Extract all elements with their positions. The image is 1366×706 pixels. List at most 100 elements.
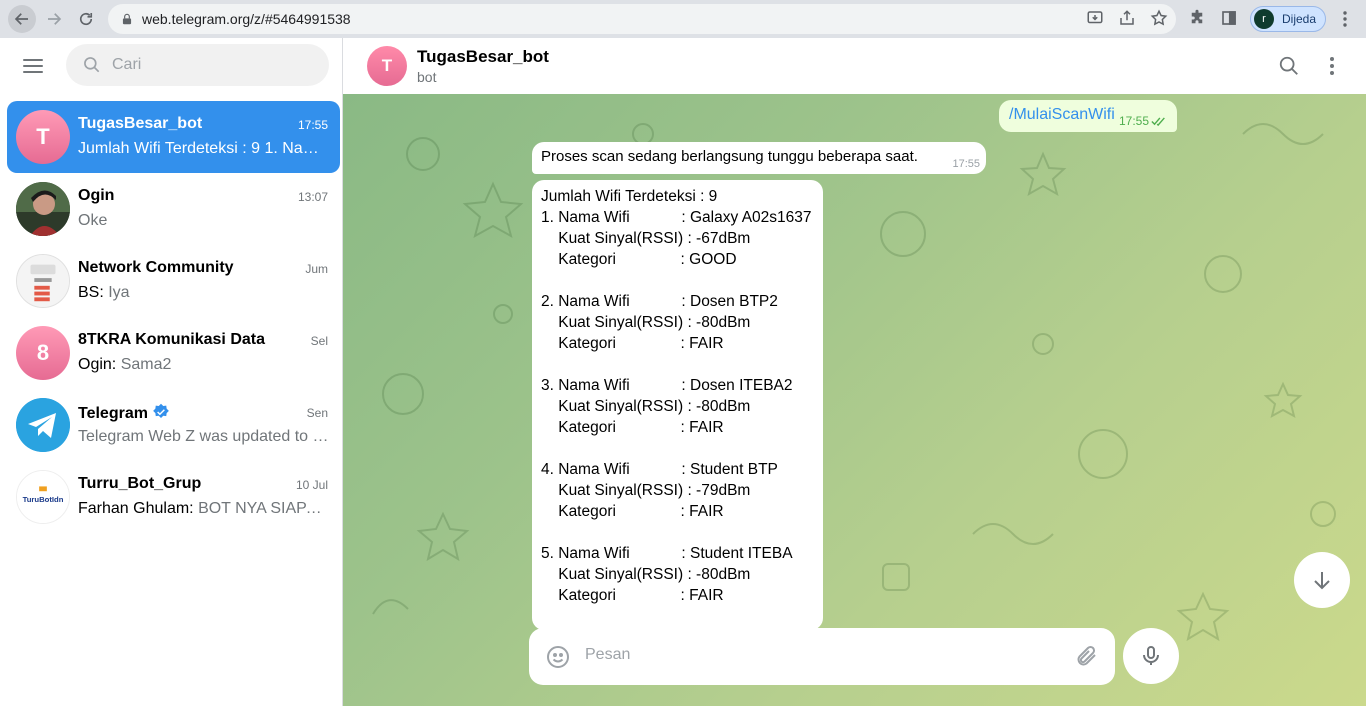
back-button[interactable] bbox=[8, 5, 36, 33]
chat-name-text: Telegram bbox=[78, 405, 148, 422]
avatar bbox=[16, 182, 70, 236]
lock-icon bbox=[122, 13, 132, 25]
message-line: Kuat Sinyal(RSSI) : -80dBm bbox=[541, 566, 751, 583]
person-photo bbox=[16, 182, 70, 236]
address-bar[interactable]: web.telegram.org/z/#5464991538 bbox=[108, 4, 1176, 34]
chat-list-panel: T TugasBesar_bot 17:55 Jumlah Wifi Terde… bbox=[0, 38, 343, 706]
message-line: Jumlah Wifi Terdeteksi : 9 bbox=[541, 188, 718, 205]
voice-record-button[interactable] bbox=[1123, 628, 1179, 684]
turru-logo: TuruBotIdn bbox=[17, 471, 69, 523]
message-line: Kategori : FAIR bbox=[541, 503, 724, 520]
message-line: Kategori : FAIR bbox=[541, 335, 724, 352]
reload-icon bbox=[79, 12, 93, 26]
reload-button[interactable] bbox=[72, 5, 100, 33]
message-input[interactable] bbox=[585, 646, 1045, 664]
avatar: T bbox=[16, 110, 70, 164]
chat-item-turru-bot-grup[interactable]: TuruBotIdn Turru_Bot_Grup 10 Jul Farhan … bbox=[7, 461, 340, 533]
chat-preview: Ogin: Sama2 bbox=[78, 356, 330, 374]
profile-avatar: r bbox=[1254, 9, 1274, 29]
chat-name: Turru_Bot_Grup bbox=[78, 475, 202, 492]
avatar bbox=[16, 398, 70, 452]
message-line bbox=[541, 270, 814, 291]
chat-background-pattern bbox=[372, 123, 1336, 642]
chat-preview-text: Iya bbox=[108, 284, 130, 301]
chat-item-telegram[interactable]: Telegram Sen Telegram Web Z was updated … bbox=[7, 389, 340, 461]
chat-item-network-community[interactable]: Network Community Jum BS: Iya bbox=[7, 245, 340, 317]
chat-subtitle: bot bbox=[417, 69, 437, 85]
avatar: TuruBotIdn bbox=[16, 470, 70, 524]
chat-preview-text: BOT NYA SIAPA YANG BUAT bbox=[198, 500, 330, 517]
paperclip-icon[interactable] bbox=[1075, 644, 1099, 668]
chat-sender: BS: bbox=[78, 284, 109, 301]
share-icon[interactable] bbox=[1118, 9, 1136, 27]
browser-menu-icon[interactable] bbox=[1336, 9, 1354, 29]
search-input[interactable] bbox=[112, 56, 312, 74]
chat-time: Sen bbox=[306, 406, 328, 420]
message-line: Kategori : FAIR bbox=[541, 419, 724, 436]
message-line: 1. Nama Wifi : Galaxy A02s1637 bbox=[541, 209, 812, 226]
chat-name: 8TKRA Komunikasi Data bbox=[78, 331, 265, 348]
chat-header[interactable]: T TugasBesar_bot bot bbox=[343, 38, 1366, 94]
chat-time: Jum bbox=[305, 262, 328, 276]
chat-preview: Farhan Ghulam: BOT NYA SIAPA YANG BUAT bbox=[78, 500, 330, 518]
extensions-puzzle-icon[interactable] bbox=[1188, 9, 1206, 27]
microphone-icon bbox=[1143, 646, 1159, 665]
message-time: 17:55 bbox=[1118, 114, 1149, 128]
search-icon[interactable] bbox=[1278, 55, 1300, 77]
more-vertical-icon[interactable] bbox=[1325, 55, 1339, 77]
chat-time: 13:07 bbox=[297, 190, 328, 204]
chat-title: TugasBesar_bot bbox=[417, 47, 549, 66]
avatar bbox=[16, 254, 70, 308]
arrow-left-icon bbox=[14, 13, 28, 25]
chat-name: Ogin bbox=[78, 187, 115, 204]
chat-preview: BS: Iya bbox=[78, 284, 330, 302]
chat-item-ogin[interactable]: Ogin 13:07 Oke bbox=[7, 173, 340, 245]
message-line: 4. Nama Wifi : Student BTP bbox=[541, 461, 778, 478]
message-line: Kuat Sinyal(RSSI) : -80dBm bbox=[541, 398, 751, 415]
chat-name: Telegram bbox=[78, 403, 170, 423]
chat-time: Sel bbox=[310, 334, 328, 348]
bookmark-star-icon[interactable] bbox=[1150, 9, 1168, 27]
chat-panel: T TugasBesar_bot bot /MulaiScanWifi 17:5… bbox=[343, 38, 1366, 706]
message-time: 17:55 bbox=[952, 158, 980, 170]
chat-preview-text: Sama2 bbox=[120, 356, 172, 373]
chat-item-8tkra[interactable]: 8 8TKRA Komunikasi Data Sel Ogin: Sama2 bbox=[7, 317, 340, 389]
message-meta: 17:55 bbox=[1119, 114, 1167, 128]
group-photo bbox=[17, 255, 69, 307]
side-panel-icon[interactable] bbox=[1220, 9, 1238, 27]
message-line: Kategori : GOOD bbox=[541, 251, 737, 268]
install-app-icon[interactable] bbox=[1086, 9, 1104, 27]
browser-toolbar: web.telegram.org/z/#5464991538 r Dijeda bbox=[0, 0, 1366, 38]
incoming-message-wifi-list[interactable]: Jumlah Wifi Terdeteksi : 9 1. Nama Wifi … bbox=[532, 180, 823, 630]
avatar: 8 bbox=[16, 326, 70, 380]
message-line: Kuat Sinyal(RSSI) : -67dBm bbox=[541, 230, 751, 247]
chat-time: 17:55 bbox=[297, 118, 328, 132]
chat-list: T TugasBesar_bot 17:55 Jumlah Wifi Terde… bbox=[0, 101, 343, 533]
message-composer bbox=[529, 628, 1115, 685]
chat-sender: Farhan Ghulam: bbox=[78, 500, 199, 517]
chat-item-tugasbesar-bot[interactable]: T TugasBesar_bot 17:55 Jumlah Wifi Terde… bbox=[7, 101, 340, 173]
verified-badge-icon bbox=[153, 403, 169, 418]
message-text[interactable]: /MulaiScanWifi bbox=[1009, 106, 1115, 123]
message-line bbox=[541, 438, 814, 459]
chat-name: TugasBesar_bot bbox=[78, 115, 203, 132]
double-check-icon bbox=[1151, 116, 1165, 126]
search-bar[interactable] bbox=[66, 44, 329, 86]
main-menu-icon[interactable] bbox=[20, 56, 46, 76]
chat-sender: Ogin: bbox=[78, 356, 121, 373]
outgoing-message[interactable]: /MulaiScanWifi 17:55 bbox=[999, 100, 1177, 132]
message-line: Kategori : FAIR bbox=[541, 587, 724, 604]
emoji-icon[interactable] bbox=[546, 645, 570, 669]
profile-button[interactable]: r Dijeda bbox=[1250, 6, 1326, 32]
message-line bbox=[541, 522, 814, 543]
message-line: 3. Nama Wifi : Dosen ITEBA2 bbox=[541, 377, 793, 394]
forward-button[interactable] bbox=[40, 5, 68, 33]
telegram-logo-icon bbox=[16, 398, 70, 452]
chat-avatar[interactable]: T bbox=[367, 46, 407, 86]
svg-text:TuruBotIdn: TuruBotIdn bbox=[23, 495, 64, 504]
chat-name: Network Community bbox=[78, 259, 234, 276]
incoming-message[interactable]: Proses scan sedang berlangsung tunggu be… bbox=[532, 142, 986, 174]
chat-preview: Telegram Web Z was updated to version bbox=[78, 428, 330, 445]
message-text: Proses scan sedang berlangsung tunggu be… bbox=[541, 148, 918, 165]
scroll-to-bottom-button[interactable] bbox=[1294, 552, 1350, 608]
